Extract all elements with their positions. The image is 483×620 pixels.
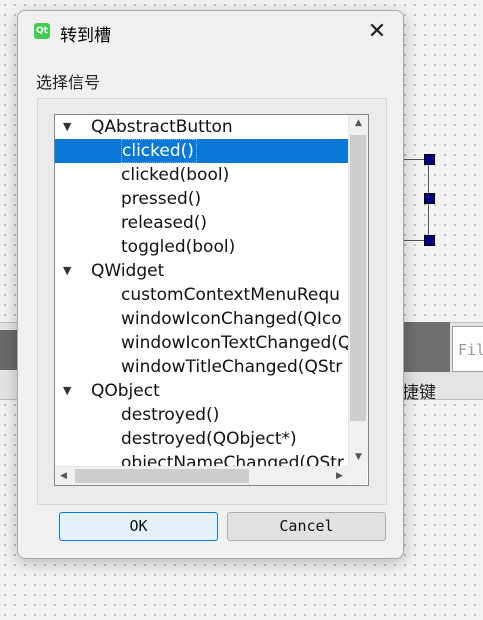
scroll-left-icon[interactable]: ◀ bbox=[55, 467, 72, 485]
cancel-button[interactable]: Cancel bbox=[227, 512, 386, 541]
signal-item[interactable]: customContextMenuRequ bbox=[55, 283, 348, 307]
signal-item[interactable]: destroyed(QObject*) bbox=[55, 427, 348, 451]
tree-group-label: QAbstractButton bbox=[91, 117, 233, 137]
signal-item[interactable]: pressed() bbox=[55, 187, 348, 211]
signal-item[interactable]: destroyed() bbox=[55, 403, 348, 427]
tree-group-label: QObject bbox=[91, 381, 160, 401]
background-filter-field[interactable]: Fil bbox=[452, 326, 483, 372]
horizontal-scrollbar[interactable]: ◀ ▶ bbox=[55, 466, 348, 485]
close-icon[interactable]: ✕ bbox=[363, 18, 391, 46]
selection-handle[interactable] bbox=[424, 193, 435, 204]
ok-button[interactable]: OK bbox=[59, 512, 218, 541]
signal-item[interactable]: windowIconChanged(QIco bbox=[55, 307, 348, 331]
scroll-up-icon[interactable]: ▲ bbox=[349, 115, 368, 132]
signal-item[interactable]: clicked(bool) bbox=[55, 163, 348, 187]
signal-item[interactable]: windowIconTextChanged(Q bbox=[55, 331, 348, 355]
scrollbar-corner bbox=[348, 466, 367, 484]
signal-tree-rows: ▼ QAbstractButton clicked() clicked(bool) pr… bbox=[55, 115, 348, 475]
vertical-scrollbar[interactable]: ▲ ▼ bbox=[348, 115, 368, 466]
horizontal-scroll-thumb[interactable] bbox=[75, 469, 249, 483]
signal-item[interactable]: windowTitleChanged(QStr bbox=[55, 355, 348, 379]
dialog-title: 转到槽 bbox=[60, 26, 111, 46]
tree-group[interactable]: ▼ QObject bbox=[55, 379, 348, 403]
tree-group-label: QWidget bbox=[91, 261, 165, 281]
signal-item-label: released() bbox=[121, 213, 208, 233]
signal-item-label: destroyed(QObject*) bbox=[121, 429, 297, 449]
signal-item-label: windowIconChanged(QIco bbox=[121, 309, 342, 329]
expand-arrow-icon[interactable]: ▼ bbox=[63, 115, 77, 139]
goto-slot-dialog: Qt 转到槽 ✕ 选择信号 ▼ QAbstractButton clicked() c… bbox=[17, 10, 404, 559]
signal-tree[interactable]: ▼ QAbstractButton clicked() clicked(bool) pr… bbox=[54, 114, 369, 486]
signal-item-label: windowIconTextChanged(Q bbox=[121, 333, 348, 353]
qt-app-icon: Qt bbox=[34, 23, 50, 39]
signal-item[interactable]: clicked() bbox=[55, 139, 348, 163]
select-signal-label: 选择信号 bbox=[36, 73, 101, 92]
selection-handle[interactable] bbox=[424, 154, 435, 165]
selection-handle[interactable] bbox=[424, 235, 435, 246]
signal-item[interactable]: toggled(bool) bbox=[55, 235, 348, 259]
expand-arrow-icon[interactable]: ▼ bbox=[63, 379, 77, 403]
vertical-scroll-thumb[interactable] bbox=[350, 135, 366, 421]
signal-item-label: customContextMenuRequ bbox=[121, 285, 340, 305]
title-bar: Qt 转到槽 ✕ bbox=[18, 11, 403, 53]
signal-item-label: clicked() bbox=[121, 139, 197, 163]
tree-group[interactable]: ▼ QAbstractButton bbox=[55, 115, 348, 139]
scroll-down-icon[interactable]: ▼ bbox=[349, 449, 368, 466]
tree-group[interactable]: ▼ QWidget bbox=[55, 259, 348, 283]
signal-item-label: clicked(bool) bbox=[121, 165, 230, 185]
signal-item-label: destroyed() bbox=[121, 405, 220, 425]
signal-item-label: windowTitleChanged(QStr bbox=[121, 357, 343, 377]
signal-item-label: pressed() bbox=[121, 189, 202, 209]
signal-item-label: toggled(bool) bbox=[121, 237, 236, 257]
expand-arrow-icon[interactable]: ▼ bbox=[63, 259, 77, 283]
background-shortcut-label: 捷键 bbox=[402, 383, 436, 403]
signal-item[interactable]: released() bbox=[55, 211, 348, 235]
scroll-right-icon[interactable]: ▶ bbox=[331, 467, 348, 485]
background-preview-block bbox=[400, 322, 450, 372]
